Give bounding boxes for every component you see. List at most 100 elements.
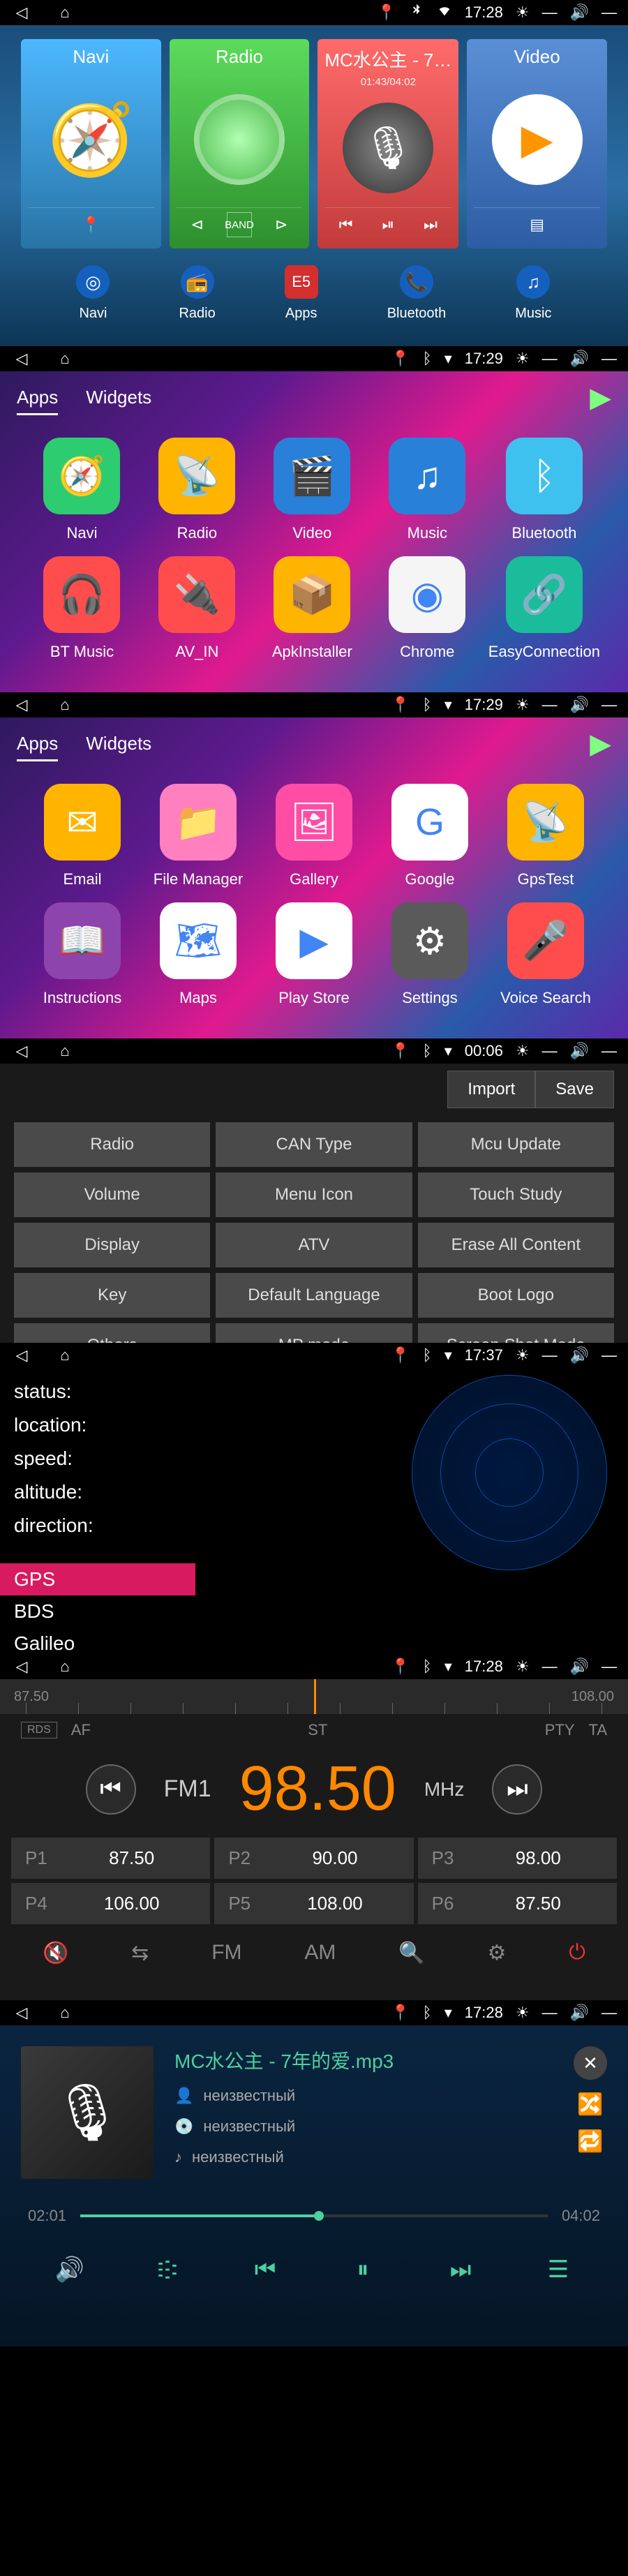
settings-default-language[interactable]: Default Language (216, 1273, 412, 1318)
brightness-icon[interactable]: ☀ (516, 1346, 530, 1364)
navi-card[interactable]: Navi 🧭 📍 (21, 39, 161, 248)
back-icon[interactable]: ◁ (11, 2004, 32, 2021)
fm-button[interactable]: FM (211, 1941, 241, 1965)
prev-icon[interactable]: ⊲ (185, 212, 210, 237)
seek-prev-button[interactable]: ⏮ (86, 1764, 136, 1815)
volume-icon[interactable]: 🔊 (570, 1042, 589, 1060)
volume-icon[interactable]: 🔊 (570, 1346, 589, 1364)
brightness-icon[interactable]: ☀ (516, 696, 530, 714)
settings-display[interactable]: Display (14, 1223, 210, 1267)
preset-p4[interactable]: P4106.00 (11, 1883, 210, 1924)
preset-p5[interactable]: P5108.00 (214, 1883, 413, 1924)
app-google[interactable]: GGoogle (375, 784, 484, 888)
app-video[interactable]: 🎬Video (258, 438, 366, 542)
preset-p3[interactable]: P398.00 (418, 1838, 617, 1879)
settings-boot-logo[interactable]: Boot Logo (418, 1273, 614, 1318)
next-icon[interactable]: ⊳ (269, 212, 294, 237)
repeat-icon[interactable]: 🔁 (577, 2129, 603, 2154)
app-av-in[interactable]: 🔌AV_IN (143, 556, 251, 661)
dock-radio[interactable]: 📻Radio (179, 265, 215, 322)
progress-bar[interactable] (80, 2214, 548, 2217)
brightness-icon[interactable]: ☀ (516, 350, 530, 368)
preset-p6[interactable]: P687.50 (418, 1883, 617, 1924)
back-icon[interactable]: ◁ (11, 1658, 32, 1675)
radio-card[interactable]: Radio ⊲ BAND ⊳ (170, 39, 310, 248)
app-chrome[interactable]: ◉Chrome (373, 556, 481, 661)
volume-icon[interactable]: 🔊 (570, 696, 589, 714)
home-icon[interactable]: ⌂ (54, 2004, 75, 2021)
power-icon[interactable]: ⏻ (569, 1941, 585, 1965)
settings-touch-study[interactable]: Touch Study (418, 1172, 614, 1217)
app-settings[interactable]: ⚙Settings (375, 902, 484, 1007)
pause-icon[interactable]: ⏸ (342, 2249, 384, 2291)
shuffle-icon[interactable]: 🔀 (577, 2092, 603, 2117)
back-icon[interactable]: ◁ (11, 697, 32, 713)
settings-erase-all-content[interactable]: Erase All Content (418, 1223, 614, 1267)
close-icon[interactable]: ✕ (574, 2046, 607, 2080)
play-pause-icon[interactable]: ⏯ (375, 212, 401, 237)
volume-icon[interactable]: 🔊 (49, 2249, 91, 2291)
volume-icon[interactable]: 🔊 (570, 1658, 589, 1676)
home-icon[interactable]: ⌂ (54, 1043, 75, 1059)
app-apkinstaller[interactable]: 📦ApkInstaller (258, 556, 366, 661)
playlist-icon[interactable]: ☰ (537, 2249, 579, 2291)
af-tag[interactable]: AF (71, 1721, 91, 1739)
tab-apps[interactable]: Apps (17, 726, 58, 761)
app-instructions[interactable]: 📖Instructions (28, 902, 137, 1007)
volume-icon[interactable]: 🔊 (570, 350, 589, 368)
app-voice-search[interactable]: 🎤Voice Search (491, 902, 600, 1007)
tab-widgets[interactable]: Widgets (86, 380, 151, 415)
preset-p2[interactable]: P290.00 (214, 1838, 413, 1879)
back-icon[interactable]: ◁ (11, 1043, 32, 1059)
location-pin-icon[interactable]: 📍 (78, 212, 103, 237)
tab-widgets[interactable]: Widgets (86, 726, 151, 761)
tab-apps[interactable]: Apps (17, 380, 58, 415)
settings-volume[interactable]: Volume (14, 1172, 210, 1217)
app-gallery[interactable]: 🖼Gallery (260, 784, 368, 888)
band-button[interactable]: BAND (227, 212, 252, 237)
search-icon[interactable]: 🔍 (398, 1941, 424, 1965)
rds-icon[interactable]: RDS (21, 1722, 57, 1739)
settings-menu-icon[interactable]: Menu Icon (216, 1172, 412, 1217)
play-store-icon[interactable]: ▶ (590, 382, 611, 414)
music-card[interactable]: MC水公主 - 7… 01:43/04:02 🎙 ⏮ ⏯ ⏭ (317, 39, 458, 248)
dock-music[interactable]: ♫Music (515, 265, 551, 322)
import-button[interactable]: Import (447, 1071, 535, 1108)
dock-navi[interactable]: ◎Navi (76, 265, 110, 322)
settings-can-type[interactable]: CAN Type (216, 1122, 412, 1167)
settings-key[interactable]: Key (14, 1273, 210, 1318)
pty-tag[interactable]: PTY (545, 1721, 575, 1739)
back-icon[interactable]: ◁ (11, 350, 32, 367)
radio-band[interactable]: FM1 (164, 1775, 211, 1803)
app-maps[interactable]: 🗺Maps (144, 902, 253, 1007)
video-card[interactable]: Video ▶ ▤ (467, 39, 607, 248)
app-email[interactable]: ✉Email (28, 784, 137, 888)
home-icon[interactable]: ⌂ (54, 1347, 75, 1364)
dock-apps[interactable]: E5Apps (285, 265, 318, 322)
prev-track-icon[interactable]: ⏮ (244, 2249, 286, 2291)
home-icon[interactable]: ⌂ (54, 350, 75, 367)
frequency-scale[interactable]: 87.50 108.00 (0, 1679, 628, 1714)
app-play-store[interactable]: ▶Play Store (260, 902, 368, 1007)
volume-icon[interactable]: 🔊 (570, 3, 589, 22)
save-button[interactable]: Save (535, 1071, 614, 1108)
preset-p1[interactable]: P187.50 (11, 1838, 210, 1879)
equalizer-icon[interactable]: ⚙ (488, 1941, 507, 1965)
settings-atv[interactable]: ATV (216, 1223, 412, 1267)
app-gpstest[interactable]: 📡GpsTest (491, 784, 600, 888)
gps-system-gps[interactable]: GPS (0, 1563, 195, 1595)
home-icon[interactable]: ⌂ (54, 697, 75, 713)
home-icon[interactable]: ⌂ (54, 1658, 75, 1675)
brightness-icon[interactable]: ☀ (516, 3, 530, 22)
app-radio[interactable]: 📡Radio (143, 438, 251, 542)
brightness-icon[interactable]: ☀ (516, 2004, 530, 2022)
volume-icon[interactable]: 🔊 (570, 2004, 589, 2022)
app-bt-music[interactable]: 🎧BT Music (28, 556, 136, 661)
seek-next-button[interactable]: ⏭ (492, 1764, 542, 1815)
list-icon[interactable]: ▤ (525, 212, 550, 237)
app-file-manager[interactable]: 📁File Manager (144, 784, 253, 888)
next-track-icon[interactable]: ⏭ (440, 2249, 481, 2291)
equalizer-icon[interactable] (147, 2249, 188, 2291)
app-bluetooth[interactable]: ᛒBluetooth (488, 438, 600, 542)
brightness-icon[interactable]: ☀ (516, 1658, 530, 1676)
